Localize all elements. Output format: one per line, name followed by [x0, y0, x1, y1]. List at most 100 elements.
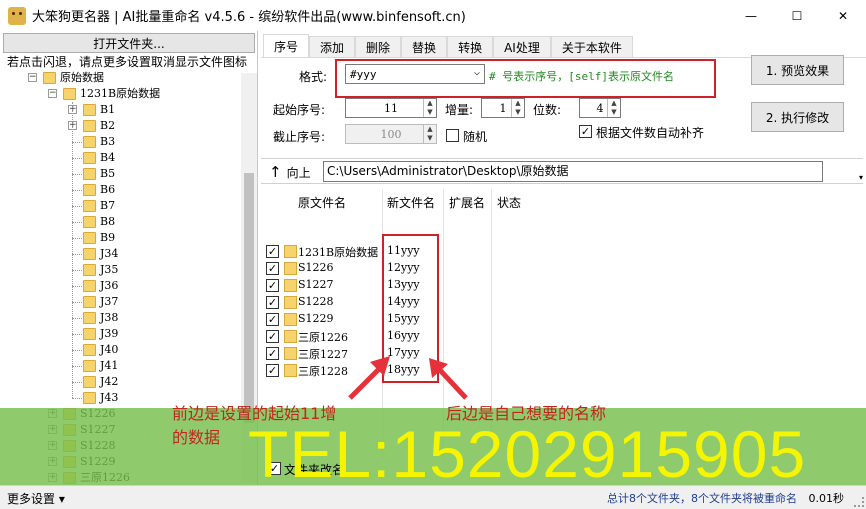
tree-node[interactable]: − 1231B原始数据 [0, 86, 240, 102]
tree-node-label: J36 [100, 279, 119, 292]
tree-node[interactable]: B9 [0, 230, 240, 246]
status-timing: 0.01秒 [808, 492, 845, 505]
stepper-arrows-icon[interactable]: ▲ ▼ [607, 99, 620, 117]
tree-node[interactable]: J39 [0, 326, 240, 342]
tree-node[interactable]: B3 [0, 134, 240, 150]
row-checkbox[interactable]: ✓ [266, 296, 279, 309]
tab-0[interactable]: 序号 [263, 34, 310, 58]
tree-node[interactable]: B5 [0, 166, 240, 182]
path-input[interactable]: C:\Users\Administrator\Desktop\原始数据 [323, 161, 823, 182]
end-number-stepper[interactable]: 100 ▲ ▼ [345, 124, 437, 144]
table-row[interactable]: ✓ S1226 12yyy [261, 260, 863, 277]
dropdown-arrow-icon[interactable]: ▾ [859, 173, 863, 182]
tab-4[interactable]: 转换 [447, 36, 494, 58]
tree-node[interactable]: − 原始数据 [0, 70, 240, 86]
original-name-cell: S1229 [298, 312, 334, 325]
status-summary-text: 总计8个文件夹，8个文件夹将被重命名 [607, 492, 797, 505]
collapse-icon[interactable]: − [48, 89, 57, 98]
tree-node-label: J42 [100, 375, 119, 388]
serial-tab-panel: 格式: #yyy ⌵ # 号表示序号，[self]表示原文件名 起始序号: 11… [261, 55, 866, 155]
table-row[interactable]: ✓ S1227 13yyy [261, 277, 863, 294]
column-extension[interactable]: 扩展名 [449, 194, 485, 211]
tab-5[interactable]: AI处理 [493, 36, 551, 58]
column-new-name[interactable]: 新文件名 [387, 194, 435, 211]
resize-grip-icon[interactable] [854, 497, 864, 507]
table-row[interactable]: ✓ S1229 15yyy [261, 311, 863, 328]
auto-pad-label: 根据文件数自动补齐 [596, 126, 705, 140]
row-checkbox[interactable]: ✓ [266, 245, 279, 258]
tree-node[interactable]: J38 [0, 310, 240, 326]
auto-pad-checkbox[interactable]: ✓ [579, 125, 592, 138]
tab-6[interactable]: 关于本软件 [550, 36, 633, 58]
stepper-arrows-icon[interactable]: ▲ ▼ [511, 99, 524, 117]
minimize-button[interactable]: — [728, 0, 774, 31]
close-button[interactable]: ✕ [820, 0, 866, 31]
open-folder-button[interactable]: 打开文件夹... [3, 33, 255, 53]
tree-node[interactable]: B8 [0, 214, 240, 230]
preview-button[interactable]: 1. 预览效果 [751, 55, 844, 85]
tree-node[interactable]: J35 [0, 262, 240, 278]
tree-node-label: J39 [100, 327, 119, 340]
tree-node-label: B5 [100, 167, 116, 180]
app-logo-icon [8, 6, 26, 25]
increment-label: 增量: [445, 103, 474, 117]
path-bar: ↑ 向上 C:\Users\Administrator\Desktop\原始数据… [261, 158, 863, 184]
tab-2[interactable]: 删除 [355, 36, 402, 58]
end-number-value: 100 [380, 127, 402, 141]
folder-icon [284, 347, 297, 360]
row-checkbox[interactable]: ✓ [266, 279, 279, 292]
random-checkbox[interactable] [446, 129, 459, 142]
column-original-name[interactable]: 原文件名 [298, 194, 346, 211]
increment-stepper[interactable]: 1 ▲ ▼ [481, 98, 525, 118]
new-name-cell: 18yyy [387, 363, 420, 376]
tree-scroll-thumb[interactable] [244, 173, 254, 423]
start-number-stepper[interactable]: 11 ▲ ▼ [345, 98, 437, 118]
table-row[interactable]: ✓ 三原1227 17yyy [261, 345, 863, 362]
folder-icon [83, 248, 96, 260]
execute-button[interactable]: 2. 执行修改 [751, 102, 844, 132]
stepper-arrows-icon[interactable]: ▲ ▼ [423, 99, 436, 117]
start-label: 起始序号: [273, 103, 326, 117]
phone-watermark: TEL:15202915905 [248, 417, 807, 491]
table-row[interactable]: ✓ 三原1226 16yyy [261, 328, 863, 345]
collapse-icon[interactable]: − [28, 73, 37, 82]
status-bar: 更多设置 ▾ 总计8个文件夹，8个文件夹将被重命名 0.01秒 [0, 485, 866, 509]
tree-node[interactable]: J37 [0, 294, 240, 310]
table-row[interactable]: ✓ 三原1228 18yyy [261, 362, 863, 379]
up-button[interactable]: ↑ 向上 [269, 163, 311, 181]
row-checkbox[interactable]: ✓ [266, 330, 279, 343]
tree-node[interactable]: + B1 [0, 102, 240, 118]
folder-icon [284, 245, 297, 258]
row-checkbox[interactable]: ✓ [266, 313, 279, 326]
stepper-arrows-icon[interactable]: ▲ ▼ [423, 125, 436, 143]
table-row[interactable]: ✓ 1231B原始数据 11yyy [261, 243, 863, 260]
row-checkbox[interactable]: ✓ [266, 347, 279, 360]
tree-node[interactable]: J40 [0, 342, 240, 358]
tree-node[interactable]: J42 [0, 374, 240, 390]
column-status[interactable]: 状态 [497, 194, 521, 211]
tree-node-label: J37 [100, 295, 119, 308]
more-settings-button[interactable]: 更多设置 ▾ [7, 490, 65, 507]
arrow-up-icon: ↑ [269, 163, 282, 181]
format-label: 格式: [299, 70, 328, 84]
tree-node[interactable]: + B2 [0, 118, 240, 134]
tree-node[interactable]: J41 [0, 358, 240, 374]
row-checkbox[interactable]: ✓ [266, 262, 279, 275]
digits-value: 4 [596, 101, 604, 115]
tree-node[interactable]: B6 [0, 182, 240, 198]
tab-3[interactable]: 替换 [401, 36, 448, 58]
maximize-button[interactable]: ☐ [774, 0, 820, 31]
folder-icon [83, 296, 96, 308]
up-button-label: 向上 [286, 165, 311, 180]
digits-stepper[interactable]: 4 ▲ ▼ [579, 98, 621, 118]
tree-node[interactable]: B4 [0, 150, 240, 166]
tree-node[interactable]: J36 [0, 278, 240, 294]
tab-strip: 序号 添加 删除 替换 转换 AI处理 关于本软件 [263, 34, 633, 58]
tab-1[interactable]: 添加 [309, 36, 356, 58]
new-name-cell: 14yyy [387, 295, 420, 308]
tree-node[interactable]: J34 [0, 246, 240, 262]
tree-node[interactable]: B7 [0, 198, 240, 214]
table-row[interactable]: ✓ S1228 14yyy [261, 294, 863, 311]
row-checkbox[interactable]: ✓ [266, 364, 279, 377]
new-name-cell: 17yyy [387, 346, 420, 359]
